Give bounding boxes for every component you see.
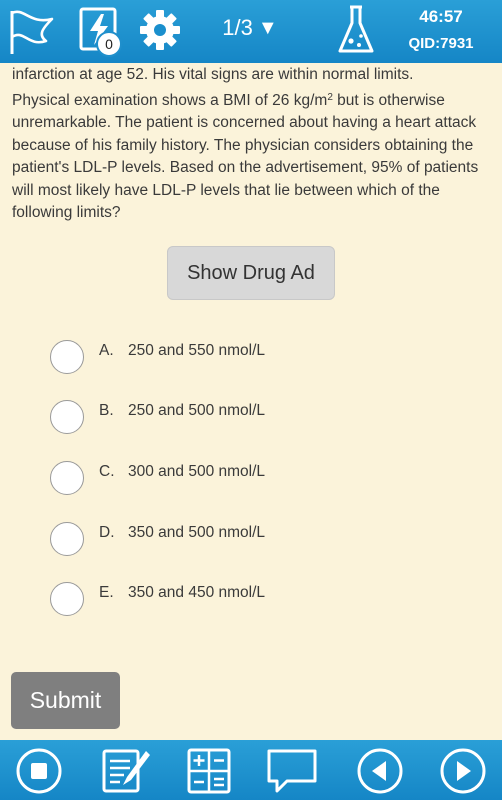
radio-button[interactable] <box>50 400 84 434</box>
radio-button[interactable] <box>50 522 84 556</box>
option-letter: A. <box>99 342 114 359</box>
question-pager[interactable]: 1/3 ▼ <box>208 10 292 46</box>
option-text: 350 and 450 nmol/L <box>128 584 266 601</box>
question-line: infarction at age 52. His vital signs ar… <box>12 66 414 83</box>
option-letter: B. <box>99 402 114 419</box>
radio-button[interactable] <box>50 582 84 616</box>
flag-icon[interactable] <box>4 5 60 59</box>
calculator-icon[interactable] <box>184 746 234 796</box>
option-letter: D. <box>99 524 115 541</box>
question-paragraph: Physical examination shows a BMI of 26 k… <box>12 90 494 225</box>
top-toolbar: 0 1/3 ▼ 46:57 QID:7931 <box>0 0 502 63</box>
question-id: QID:7931 <box>408 34 474 52</box>
timer: 46:57 <box>419 7 463 26</box>
flask-icon[interactable] <box>334 2 378 58</box>
pager-text: 1/3 <box>222 15 253 40</box>
bottom-toolbar <box>0 740 502 800</box>
superscript: 2 <box>327 91 333 103</box>
question-text-part: but is otherwise unremarkable. The patie… <box>12 91 479 222</box>
answer-option-e[interactable]: E. 350 and 450 nmol/L <box>48 582 468 622</box>
answer-option-a[interactable]: A. 250 and 550 nmol/L <box>48 340 468 380</box>
radio-button[interactable] <box>50 340 84 374</box>
dropdown-icon: ▼ <box>257 16 278 39</box>
comment-icon[interactable] <box>264 746 320 796</box>
next-icon[interactable] <box>438 746 488 796</box>
show-drug-ad-button[interactable]: Show Drug Ad <box>167 246 335 300</box>
option-text: 350 and 500 nmol/L <box>128 524 266 541</box>
option-text: 250 and 500 nmol/L <box>128 402 266 419</box>
previous-icon[interactable] <box>355 746 405 796</box>
answer-option-b[interactable]: B. 250 and 500 nmol/L <box>48 400 468 440</box>
notes-icon[interactable] <box>100 746 152 796</box>
badge-count: 0 <box>96 31 122 57</box>
option-letter: E. <box>99 584 114 601</box>
option-letter: C. <box>99 463 115 480</box>
gear-icon[interactable] <box>135 5 185 55</box>
question-stem: infarction at age 52. His vital signs ar… <box>12 64 494 225</box>
question-text-part: Physical examination shows a BMI of 26 k… <box>12 91 328 109</box>
submit-button[interactable]: Submit <box>11 672 120 729</box>
option-text: 300 and 500 nmol/L <box>128 463 266 480</box>
answer-option-d[interactable]: D. 350 and 500 nmol/L <box>48 522 468 562</box>
option-text: 250 and 550 nmol/L <box>128 342 266 359</box>
stop-icon[interactable] <box>14 746 64 796</box>
radio-button[interactable] <box>50 461 84 495</box>
answer-option-c[interactable]: C. 300 and 500 nmol/L <box>48 461 468 501</box>
